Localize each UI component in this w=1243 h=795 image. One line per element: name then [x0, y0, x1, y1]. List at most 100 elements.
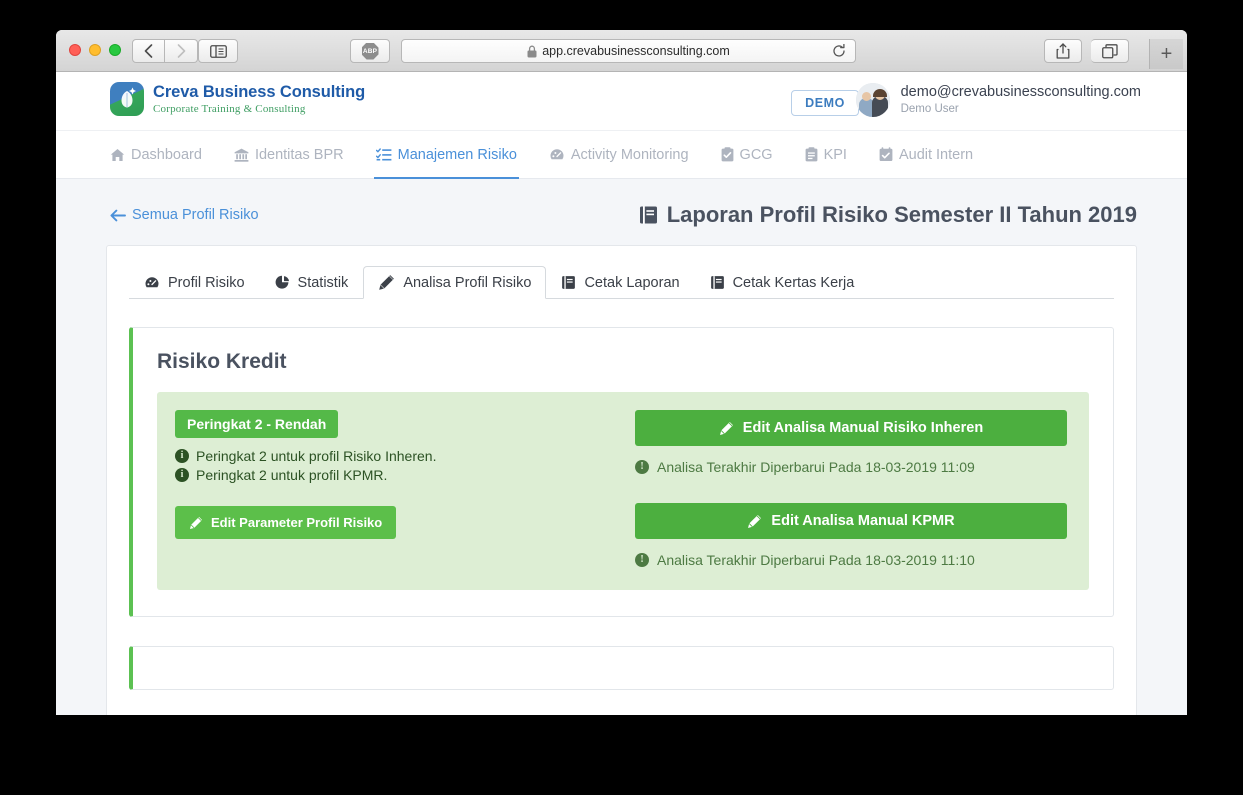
arrow-left-icon	[110, 209, 126, 221]
back-link-label: Semua Profil Risiko	[132, 207, 259, 223]
book-icon	[710, 276, 724, 289]
show-tabs-button[interactable]	[1091, 39, 1129, 63]
tab-label: Statistik	[297, 274, 349, 291]
forward-button[interactable]	[165, 39, 198, 63]
button-label: Edit Analisa Manual KPMR	[771, 513, 955, 529]
tab-statistik[interactable]: Statistik	[260, 266, 364, 299]
nav-item-gcg[interactable]: GCG	[705, 131, 789, 178]
browser-toolbar: ABP app.crevabusinessconsulting.com +	[56, 30, 1187, 72]
sidebar-toggle-button[interactable]	[198, 39, 238, 63]
chevron-right-icon	[177, 44, 185, 58]
button-label: Edit Parameter Profil Risiko	[211, 515, 383, 530]
risk-note-text: Peringkat 2 untuk profil KPMR.	[196, 467, 388, 483]
logo-subtitle: Corporate Training & Consulting	[153, 102, 306, 115]
gauge-icon	[145, 276, 159, 287]
tab-label: Cetak Kertas Kerja	[732, 274, 855, 291]
book-icon	[639, 206, 657, 224]
nav-label: Manajemen Risiko	[397, 146, 517, 163]
tab-bar: Profil Risiko Statistik Analisa Profil R…	[129, 266, 1114, 299]
exclamation-circle-icon: !	[635, 553, 649, 567]
tab-profil-risiko[interactable]: Profil Risiko	[129, 266, 260, 299]
minimize-window-button[interactable]	[89, 44, 101, 56]
home-icon	[110, 148, 125, 161]
risk-note-text: Peringkat 2 untuk profil Risiko Inheren.	[196, 448, 437, 464]
nav-label: GCG	[739, 146, 773, 163]
edit-analisa-manual-kpmr-button[interactable]: Edit Analisa Manual KPMR	[635, 503, 1067, 539]
main-navigation: Dashboard Identitas BPR Manajemen Risiko…	[56, 131, 1187, 179]
tab-analisa-profil-risiko[interactable]: Analisa Profil Risiko	[363, 266, 547, 299]
sidebar-toggle-icon	[209, 44, 227, 58]
tab-label: Analisa Profil Risiko	[403, 274, 532, 291]
new-tab-button[interactable]: +	[1149, 39, 1183, 69]
content-panel: Profil Risiko Statistik Analisa Profil R…	[106, 245, 1137, 715]
maximize-window-button[interactable]	[109, 44, 121, 56]
risk-card-risiko-kredit: Risiko Kredit Peringkat 2 - Rendah i Per…	[129, 327, 1114, 617]
address-bar[interactable]: app.crevabusinessconsulting.com	[401, 39, 856, 63]
status-badge: Peringkat 2 - Rendah	[175, 410, 339, 438]
inheren-last-updated: ! Analisa Terakhir Diperbarui Pada 18-03…	[635, 459, 1067, 475]
tab-cetak-kertas-kerja[interactable]: Cetak Kertas Kerja	[695, 266, 870, 299]
risk-note-kpmr: i Peringkat 2 untuk profil KPMR.	[175, 467, 605, 483]
timestamp-text: Analisa Terakhir Diperbarui Pada 18-03-2…	[657, 552, 975, 568]
nav-item-audit-intern[interactable]: Audit Intern	[863, 131, 989, 178]
nav-item-identitas-bpr[interactable]: Identitas BPR	[218, 131, 360, 178]
pencil-icon	[189, 516, 203, 529]
nav-label: Identitas BPR	[254, 146, 344, 163]
page-title-text: Laporan Profil Risiko Semester II Tahun …	[666, 202, 1137, 227]
risk-analysis-panel: Peringkat 2 - Rendah i Peringkat 2 untuk…	[157, 392, 1089, 590]
chevron-left-icon	[144, 44, 153, 58]
share-button[interactable]	[1044, 39, 1082, 63]
timestamp-text: Analisa Terakhir Diperbarui Pada 18-03-2…	[657, 459, 975, 475]
logo-title: Creva Business Consulting	[153, 83, 366, 102]
calendar-check-icon	[879, 147, 893, 161]
info-circle-icon: i	[175, 468, 189, 482]
edit-parameter-profil-risiko-button[interactable]: Edit Parameter Profil Risiko	[175, 506, 397, 539]
tab-label: Cetak Laporan	[584, 274, 680, 291]
gauge-icon	[550, 148, 564, 159]
kpmr-last-updated: ! Analisa Terakhir Diperbarui Pada 18-03…	[635, 552, 1067, 568]
adblock-icon: ABP	[361, 42, 379, 60]
nav-label: Dashboard	[131, 146, 202, 163]
clipboard-check-icon	[721, 147, 733, 162]
avatar	[855, 83, 890, 117]
risk-note-inheren: i Peringkat 2 untuk profil Risiko Inhere…	[175, 448, 605, 464]
clipboard-list-icon	[805, 147, 817, 162]
close-window-button[interactable]	[69, 44, 81, 56]
back-button[interactable]	[132, 39, 165, 63]
nav-item-dashboard[interactable]: Dashboard	[110, 131, 218, 178]
brand-logo[interactable]: Creva Business Consulting Corporate Trai…	[110, 82, 365, 116]
back-to-all-risk-profiles-link[interactable]: Semua Profil Risiko	[110, 207, 259, 223]
tab-cetak-laporan[interactable]: Cetak Laporan	[546, 266, 694, 299]
risk-card-next	[129, 646, 1114, 690]
adblock-button[interactable]: ABP	[350, 39, 390, 63]
user-menu[interactable]: demo@crevabusinessconsulting.com Demo Us…	[855, 83, 1141, 117]
nav-label: Activity Monitoring	[570, 146, 689, 163]
window-controls	[69, 44, 121, 56]
nav-label: Audit Intern	[898, 146, 974, 163]
nav-item-manajemen-risiko[interactable]: Manajemen Risiko	[360, 131, 533, 179]
reload-icon[interactable]	[832, 44, 846, 58]
page-head: Semua Profil Risiko Laporan Profil Risik…	[56, 179, 1187, 231]
risk-actions-column: Edit Analisa Manual Risiko Inheren ! Ana…	[635, 410, 1067, 568]
lock-icon	[527, 45, 537, 57]
toolbar-right-buttons	[1044, 39, 1129, 63]
browser-window: ABP app.crevabusinessconsulting.com + Cr…	[56, 30, 1187, 715]
risk-card-title: Risiko Kredit	[157, 350, 287, 373]
book-icon	[562, 276, 576, 289]
edit-analisa-manual-risiko-inheren-button[interactable]: Edit Analisa Manual Risiko Inheren	[635, 410, 1067, 446]
page-title: Laporan Profil Risiko Semester II Tahun …	[639, 202, 1137, 228]
show-tabs-icon	[1101, 43, 1118, 58]
address-bar-text: app.crevabusinessconsulting.com	[542, 44, 730, 58]
tasks-list-icon	[375, 147, 392, 160]
bank-icon	[234, 148, 249, 162]
user-name: Demo User	[900, 102, 959, 115]
demo-badge[interactable]: DEMO	[791, 90, 859, 116]
logo-mark-icon	[110, 82, 144, 116]
pencil-icon	[719, 421, 733, 435]
pencil-icon	[748, 514, 762, 528]
info-circle-icon: i	[175, 449, 189, 463]
nav-item-activity-monitoring[interactable]: Activity Monitoring	[533, 131, 705, 178]
app-header: Creva Business Consulting Corporate Trai…	[56, 72, 1187, 131]
page-viewport: Creva Business Consulting Corporate Trai…	[56, 72, 1187, 715]
nav-item-kpi[interactable]: KPI	[789, 131, 863, 178]
